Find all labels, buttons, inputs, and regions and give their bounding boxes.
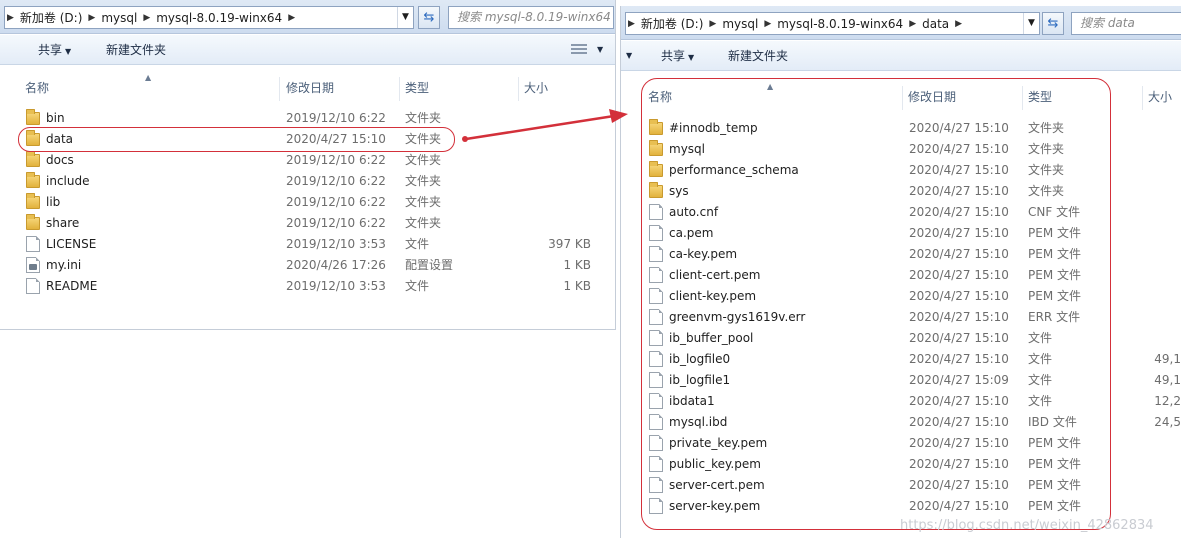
arrow-head [609,109,628,123]
arrow-tail [462,136,468,142]
arrow-line [465,114,615,141]
red-arrow [462,109,628,142]
watermark: https://blog.csdn.net/weixin_42862834 [900,518,1154,533]
